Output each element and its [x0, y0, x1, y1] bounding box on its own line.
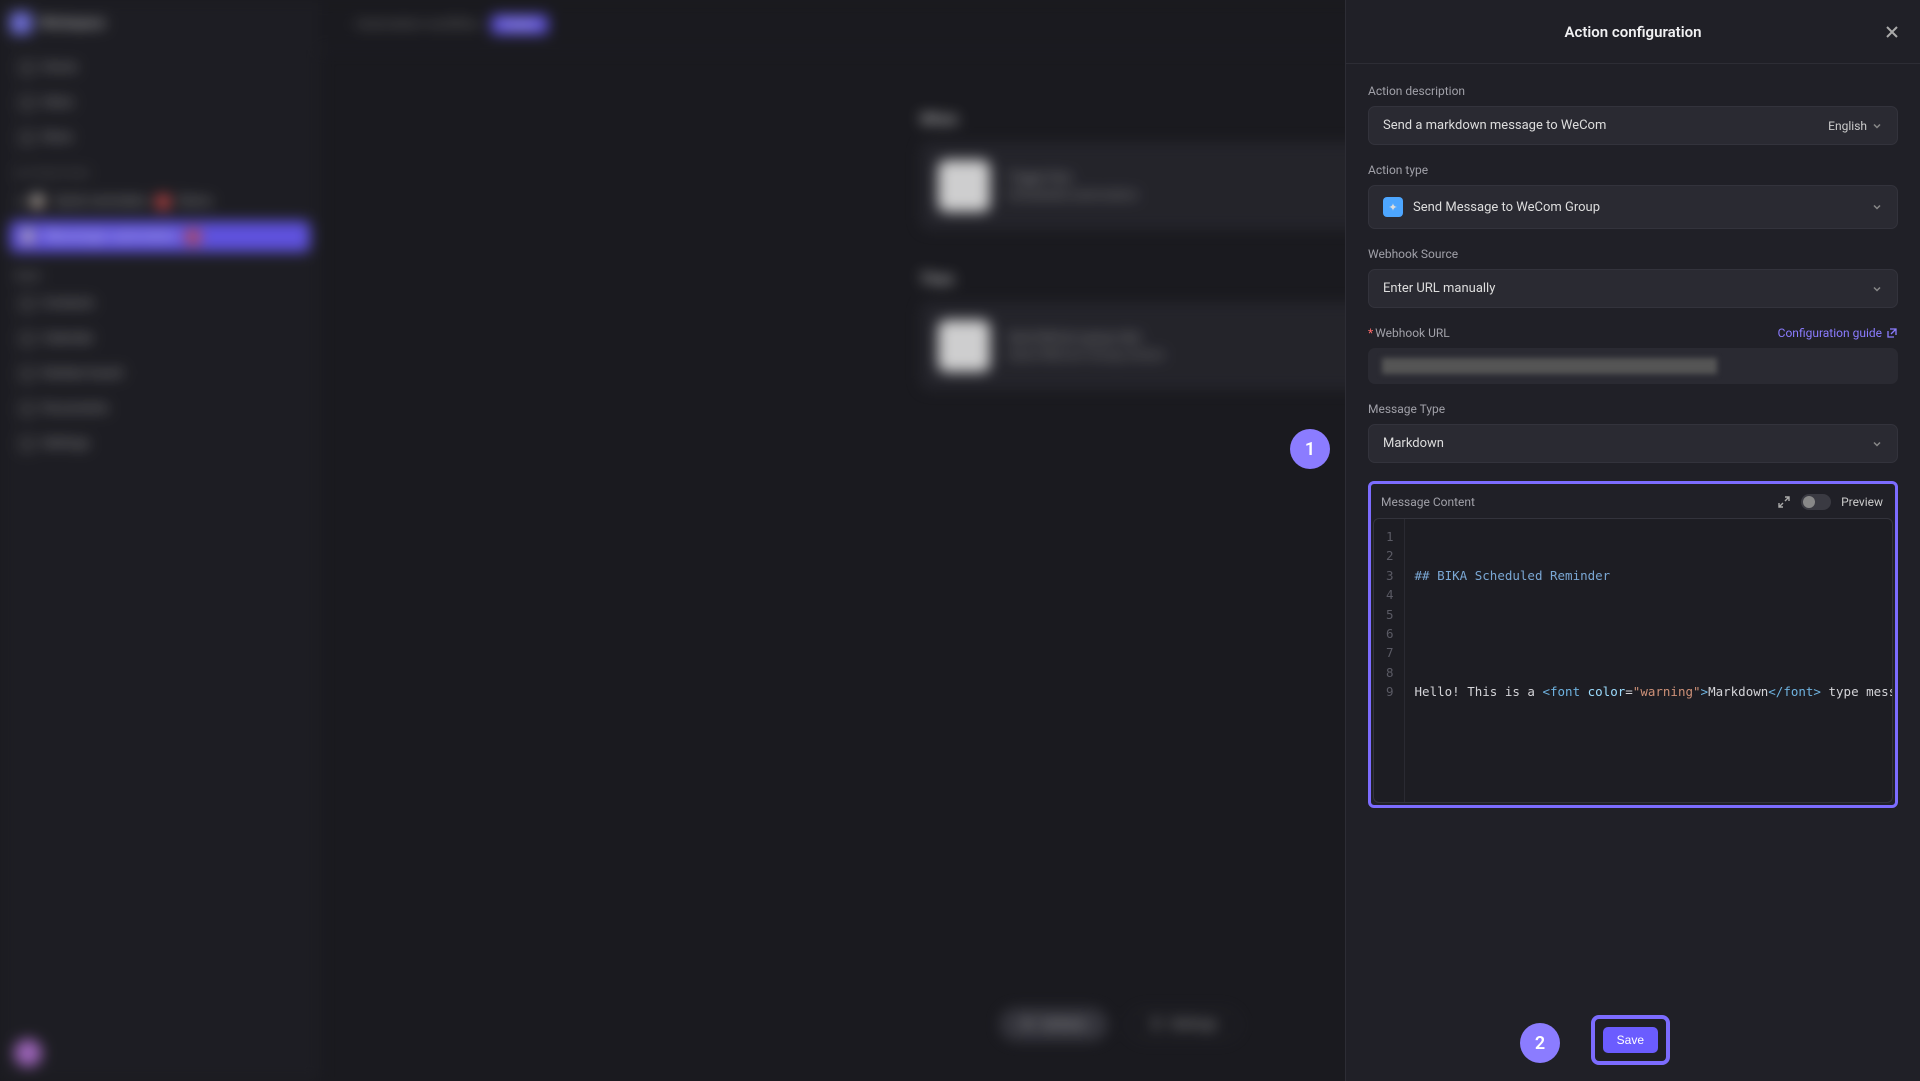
sidebar-item: Calendar [10, 323, 310, 354]
line-gutter: 123456789 [1374, 519, 1405, 802]
chevron-down-icon [1871, 201, 1883, 213]
sidebar-section: Apps [14, 268, 306, 282]
action-type-value: Send Message to WeCom Group [1413, 200, 1600, 215]
publish-button: Publish [491, 15, 547, 34]
message-type-value: Markdown [1383, 436, 1444, 451]
avatar [14, 1039, 42, 1067]
action-type-label: Action type [1368, 163, 1898, 177]
wecom-icon: ✦ [1383, 197, 1403, 217]
redacted-url [1382, 358, 1717, 374]
bottom-chip: ⚙Actions [1000, 1008, 1108, 1041]
webhook-source-select[interactable]: Enter URL manually [1368, 269, 1898, 308]
message-content-block: Message Content Preview 123456789 ## BIK… [1368, 481, 1898, 808]
message-type-select[interactable]: Markdown [1368, 424, 1898, 463]
webhook-url-label: *Webhook URL Configuration guide [1368, 326, 1898, 340]
drawer-body: Action description Send a markdown messa… [1346, 64, 1920, 1081]
save-highlight: Save [1591, 1015, 1670, 1065]
external-link-icon [1886, 327, 1898, 339]
sidebar-item: ▸ 📋Quick remindersDemo [10, 186, 310, 217]
sidebar-item: Settings [10, 428, 310, 459]
bottom-chip: ☰Settings [1127, 1008, 1240, 1041]
chevron-down-icon [1871, 120, 1883, 132]
sidebar-item: Store [10, 122, 310, 153]
callout-badge-2: 2 [1520, 1023, 1560, 1063]
code-lines[interactable]: ## BIKA Scheduled Reminder Hello! This i… [1405, 519, 1892, 802]
webhook-url-input[interactable] [1368, 348, 1898, 384]
sidebar-item: Documents [10, 393, 310, 424]
sidebar-item: Inbox [10, 87, 310, 118]
configuration-guide-link[interactable]: Configuration guide [1778, 326, 1898, 340]
action-description-value: Send a markdown message to WeCom [1383, 118, 1606, 133]
action-description-label: Action description [1368, 84, 1898, 98]
action-config-drawer: Action configuration Action description … [1345, 0, 1920, 1081]
preview-label: Preview [1841, 495, 1883, 509]
sidebar-item: Contacts [10, 288, 310, 319]
chevron-down-icon [1871, 438, 1883, 450]
message-content-label: Message Content [1381, 495, 1475, 509]
webhook-source-value: Enter URL manually [1383, 281, 1495, 296]
action-description-field[interactable]: Send a markdown message to WeCom English [1368, 106, 1898, 145]
breadcrumb: Automation workflow [356, 17, 480, 32]
webhook-source-label: Webhook Source [1368, 247, 1898, 261]
close-icon[interactable] [1882, 22, 1902, 42]
drawer-header: Action configuration [1346, 0, 1920, 64]
chevron-down-icon [1871, 283, 1883, 295]
sidebar: Workspace Home Inbox Store Automations ▸… [0, 0, 320, 1081]
message-type-label: Message Type [1368, 402, 1898, 416]
drawer-title: Action configuration [1565, 23, 1702, 41]
save-button[interactable]: Save [1603, 1027, 1658, 1053]
sidebar-item: Home [10, 52, 310, 83]
language-selector[interactable]: English [1828, 119, 1883, 133]
preview-toggle[interactable] [1801, 494, 1831, 510]
workspace-logo [10, 12, 32, 34]
sidebar-section: Automations [14, 167, 306, 180]
callout-badge-1: 1 [1290, 429, 1330, 469]
expand-icon[interactable] [1777, 495, 1791, 509]
action-type-select[interactable]: ✦ Send Message to WeCom Group [1368, 185, 1898, 229]
message-content-editor[interactable]: 123456789 ## BIKA Scheduled Reminder Hel… [1373, 518, 1893, 803]
sidebar-item-active: 📋Messenger automation [10, 221, 310, 252]
sidebar-item: Kanban board [10, 358, 310, 389]
workspace-name: Workspace [40, 16, 105, 31]
